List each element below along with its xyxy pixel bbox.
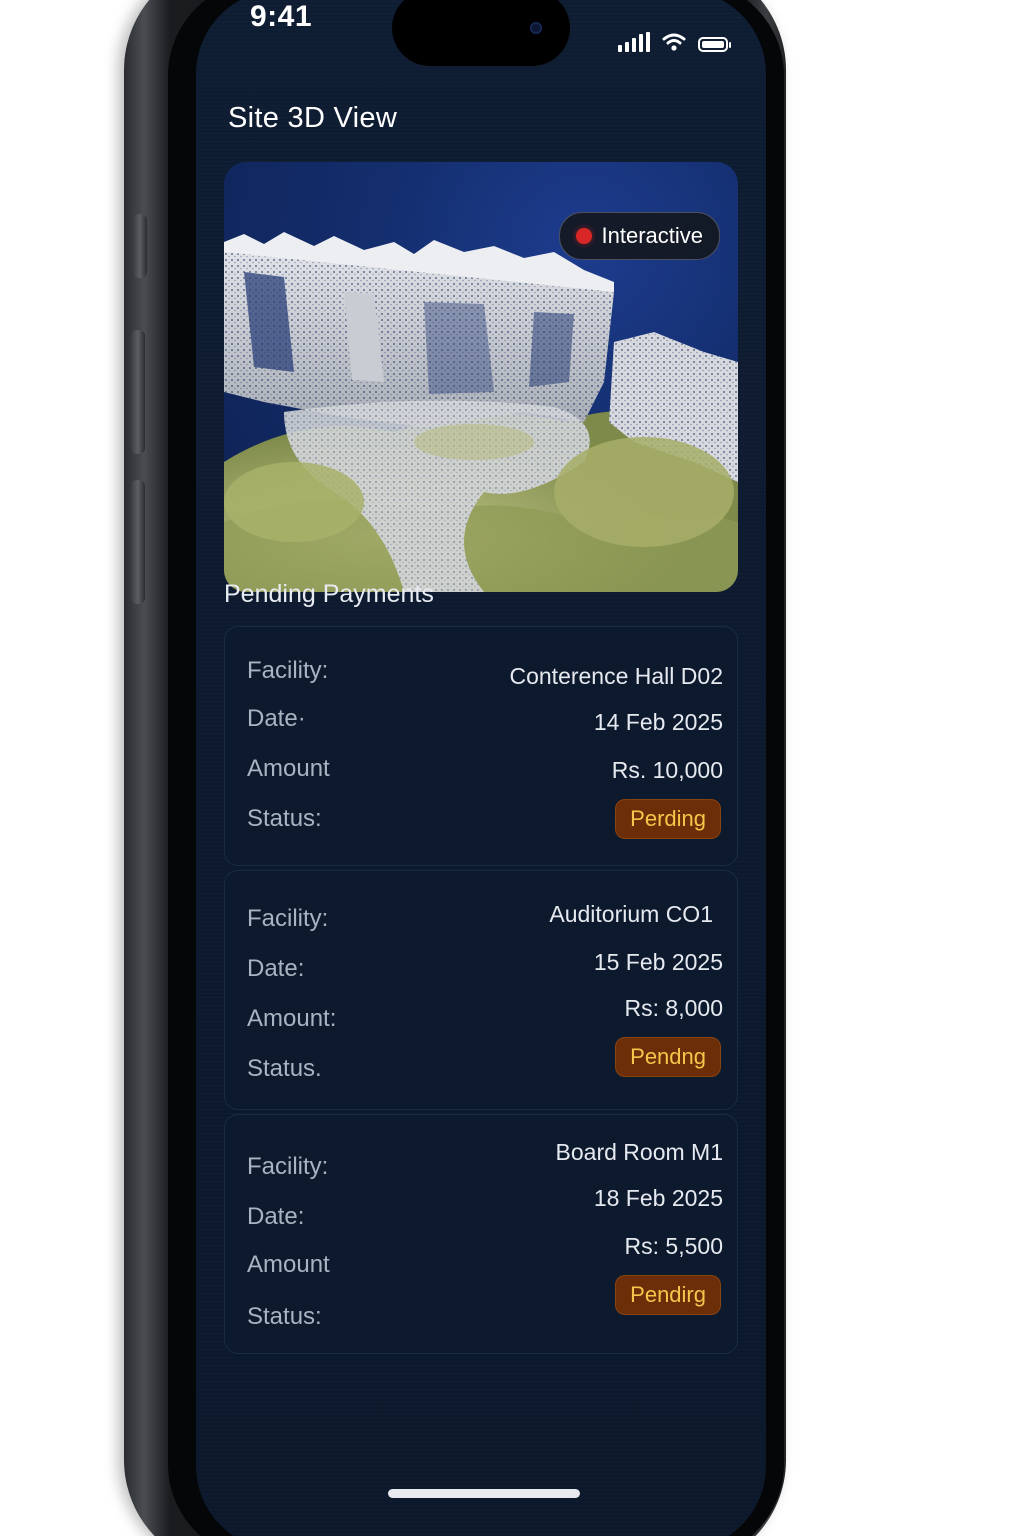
- facility-label: Facility:: [247, 657, 329, 684]
- site-3d-viewer[interactable]: Interactive: [224, 162, 738, 592]
- facility-value: Board Room M1: [555, 1139, 723, 1165]
- interactive-label: Interactive: [601, 223, 704, 248]
- volume-up-button: [131, 330, 145, 454]
- interactive-badge[interactable]: Interactive: [558, 212, 720, 260]
- payment-card[interactable]: Facility: Board Room M1 Date: 18 Feb 202…: [224, 1114, 738, 1354]
- status-badge: Pendng: [615, 1037, 721, 1077]
- action-button: [133, 214, 147, 278]
- section-title-pending-payments: Pending Payments: [224, 580, 434, 608]
- status-label: Status.: [247, 1055, 322, 1082]
- battery-icon: [698, 37, 731, 52]
- payment-card[interactable]: Facility: Auditorium CO1 Date: 15 Feb 20…: [224, 870, 738, 1110]
- home-indicator[interactable]: [388, 1489, 580, 1498]
- cellular-signal-icon: [618, 32, 650, 52]
- amount-value: Rs. 10,000: [611, 757, 723, 783]
- facility-value: Conterence Hall D02: [509, 663, 723, 689]
- facility-label: Facility:: [247, 905, 329, 932]
- dynamic-island: [392, 0, 570, 66]
- amount-label: Amount: [247, 1251, 330, 1278]
- volume-down-button: [131, 480, 145, 604]
- date-value: 14 Feb 2025: [593, 709, 723, 735]
- device-scene: 9:41 Site 3D View Interactive Pending Pa…: [0, 0, 1024, 1536]
- status-label: Status:: [247, 805, 322, 832]
- payment-card[interactable]: Facility: Conterence Hall D02 Date· 14 F…: [224, 626, 738, 866]
- front-camera-icon: [530, 22, 542, 34]
- facility-value: Auditorium CO1: [549, 901, 713, 927]
- amount-label: Amount: [247, 755, 330, 782]
- date-value: 15 Feb 2025: [593, 949, 723, 975]
- amount-value: Rs: 5,500: [624, 1233, 723, 1259]
- date-label: Date:: [247, 955, 305, 982]
- record-dot-icon: [575, 228, 592, 244]
- page-title: Site 3D View: [228, 102, 398, 134]
- app-screen: 9:41 Site 3D View Interactive Pending Pa…: [196, 0, 766, 1536]
- status-label: Status:: [247, 1303, 322, 1330]
- amount-value: Rs: 8,000: [624, 995, 723, 1021]
- status-icons: [618, 32, 731, 52]
- facility-label: Facility:: [247, 1153, 329, 1180]
- status-badge: Perding: [615, 799, 721, 839]
- status-time: 9:41: [250, 0, 313, 33]
- date-label: Date:: [247, 1203, 305, 1230]
- date-label: Date·: [247, 705, 306, 732]
- wifi-icon: [662, 33, 686, 51]
- amount-label: Amount:: [247, 1005, 337, 1032]
- date-value: 18 Feb 2025: [593, 1185, 723, 1211]
- status-badge: Pendirg: [615, 1275, 721, 1315]
